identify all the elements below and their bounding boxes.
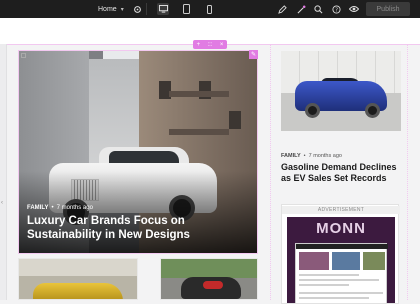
category-link[interactable]: FAMILY [27,205,48,211]
post-time: 7 months ago [56,205,93,211]
side-article-meta: FAMILY • 7 months ago [281,153,342,159]
sidebar-column: FAMILY • 7 months ago Gasoline Demand De… [270,45,408,304]
drag-handle-icon[interactable]: ::: [207,42,212,48]
select-handle[interactable] [21,53,26,58]
featured-article-title[interactable]: Luxury Car Brands Focus on Sustainabilit… [27,215,249,242]
publish-button[interactable]: Publish [366,2,410,16]
side-article-title[interactable]: Gasoline Demand Declines as EV Sales Set… [281,162,406,184]
search-icon[interactable] [312,3,324,15]
pencil-icon[interactable] [276,3,288,15]
page-name: Home [98,5,117,13]
help-icon[interactable]: ? [330,3,342,15]
edit-widget-icon[interactable]: ✎ [249,50,258,59]
page-selector[interactable]: Home ▾ [98,0,124,18]
magic-icon[interactable] [295,3,307,15]
post-time: 7 months ago [308,153,342,159]
featured-article-card[interactable]: ✎ FAMILY • 7 months ago Luxury Car Brand… [18,50,258,254]
chevron-down-icon: ▾ [120,6,124,13]
gear-icon[interactable] [131,3,143,15]
editor-canvas: + ::: × ‹ ✎ FAMILY • 7 months ago Luxury… [0,18,420,304]
tablet-icon[interactable] [180,3,192,15]
ad-label: ADVERTISEMENT [282,206,400,214]
section-handle[interactable]: + ::: × [193,40,227,49]
ad-screenshot [295,243,388,303]
ad-banner[interactable]: MONN [287,217,395,303]
svg-text:?: ? [335,7,338,13]
ad-logo: MONN [316,220,366,237]
eye-icon[interactable] [348,3,360,15]
featured-article-meta: FAMILY • 7 months ago [27,205,93,211]
desktop-icon[interactable] [157,3,169,15]
mobile-icon[interactable] [203,3,215,15]
add-section-icon[interactable]: + [197,42,201,48]
side-article-image[interactable] [281,51,401,131]
left-panel-toggle[interactable]: ‹ [0,44,7,300]
article-card[interactable] [18,258,138,300]
close-section-icon[interactable]: × [220,42,224,48]
category-link[interactable]: FAMILY [281,153,301,159]
article-card[interactable] [160,258,258,300]
chevron-left-icon[interactable]: ‹ [1,200,3,206]
advertisement-widget[interactable]: ADVERTISEMENT MONN [281,204,400,304]
toolbar-divider [146,3,147,15]
editor-toolbar: Home ▾ ? Publish [0,0,420,18]
